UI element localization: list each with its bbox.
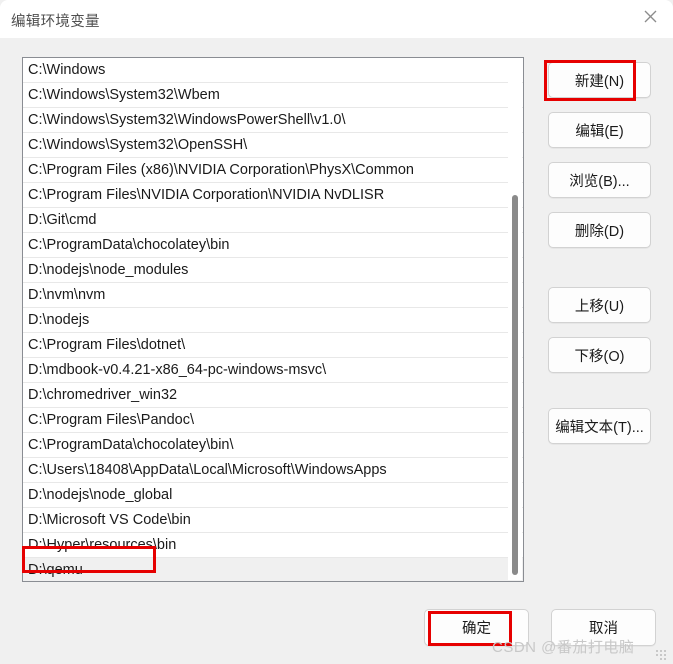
move-down-button[interactable]: 下移(O) — [548, 337, 651, 373]
list-item[interactable]: D:\Hyper\resources\bin — [23, 533, 523, 558]
list-item[interactable]: C:\Windows — [23, 58, 523, 83]
list-item[interactable]: D:\chromedriver_win32 — [23, 383, 523, 408]
path-list[interactable]: C:\Windows C:\Windows\System32\Wbem C:\Win… — [22, 57, 524, 582]
list-item[interactable]: D:\qemu — [23, 558, 523, 581]
vertical-scrollbar-track[interactable] — [508, 59, 522, 580]
close-icon[interactable] — [627, 0, 673, 32]
edit-text-button[interactable]: 编辑文本(T)... — [548, 408, 651, 444]
list-item[interactable]: D:\nodejs\node_global — [23, 483, 523, 508]
list-item[interactable]: C:\Program Files (x86)\NVIDIA Corporatio… — [23, 158, 523, 183]
move-up-button[interactable]: 上移(U) — [548, 287, 651, 323]
cancel-button[interactable]: 取消 — [551, 609, 656, 646]
edit-environment-variable-dialog: 编辑环境变量 C:\Windows C:\Windows\System32\Wbe… — [0, 0, 673, 664]
list-item[interactable]: D:\mdbook-v0.4.21-x86_64-pc-windows-msvc… — [23, 358, 523, 383]
list-item[interactable]: D:\Git\cmd — [23, 208, 523, 233]
watermark-dots-icon — [656, 650, 666, 660]
list-item[interactable]: D:\Microsoft VS Code\bin — [23, 508, 523, 533]
list-item[interactable]: D:\nodejs\node_modules — [23, 258, 523, 283]
new-button[interactable]: 新建(N) — [548, 62, 651, 98]
list-item[interactable]: C:\ProgramData\chocolatey\bin — [23, 233, 523, 258]
list-item[interactable]: C:\Program Files\dotnet\ — [23, 333, 523, 358]
list-item[interactable]: D:\nvm\nvm — [23, 283, 523, 308]
list-item[interactable]: C:\Windows\System32\Wbem — [23, 83, 523, 108]
title-bar: 编辑环境变量 — [0, 0, 673, 38]
list-item[interactable]: C:\Program Files\NVIDIA Corporation\NVID… — [23, 183, 523, 208]
page-title: 编辑环境变量 — [11, 14, 100, 30]
path-list-rows: C:\Windows C:\Windows\System32\Wbem C:\Win… — [23, 58, 523, 581]
ok-button[interactable]: 确定 — [424, 609, 529, 646]
list-item[interactable]: D:\nodejs — [23, 308, 523, 333]
list-item[interactable]: C:\Windows\System32\WindowsPowerShell\v1… — [23, 108, 523, 133]
list-item[interactable]: C:\Users\18408\AppData\Local\Microsoft\W… — [23, 458, 523, 483]
edit-button[interactable]: 编辑(E) — [548, 112, 651, 148]
browse-button[interactable]: 浏览(B)... — [548, 162, 651, 198]
list-item[interactable]: C:\ProgramData\chocolatey\bin\ — [23, 433, 523, 458]
list-item[interactable]: C:\Windows\System32\OpenSSH\ — [23, 133, 523, 158]
list-item[interactable]: C:\Program Files\Pandoc\ — [23, 408, 523, 433]
vertical-scrollbar-thumb[interactable] — [512, 195, 518, 575]
delete-button[interactable]: 删除(D) — [548, 212, 651, 248]
